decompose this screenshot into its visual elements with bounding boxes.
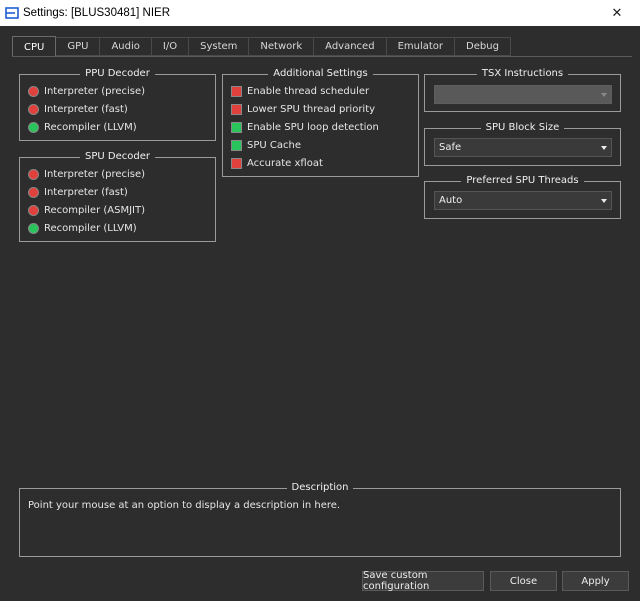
radio-indicator (28, 204, 39, 216)
description-text: Point your mouse at an option to display… (28, 500, 341, 511)
rpcs3-logo-icon (5, 7, 19, 19)
tsx-instructions-dropdown[interactable] (434, 85, 612, 104)
dropdown-value: Safe (439, 142, 462, 153)
close-window-button[interactable]: ✕ (594, 0, 640, 26)
radio-indicator (28, 222, 39, 234)
accurate-xfloat-checkbox[interactable]: Accurate xfloat (231, 156, 323, 170)
checkbox-indicator (231, 157, 242, 169)
ppu-option-interpreter-fast[interactable]: Interpreter (fast) (28, 102, 128, 116)
checkbox-indicator (231, 103, 242, 115)
apply-button[interactable]: Apply (562, 571, 629, 591)
spu-block-size-title: SPU Block Size (480, 122, 565, 133)
spu-decoder-group: SPU Decoder Interpreter (precise) Interp… (19, 151, 216, 242)
option-label: Recompiler (LLVM) (44, 222, 137, 234)
tab-label: Debug (466, 41, 499, 52)
option-label: Recompiler (LLVM) (44, 121, 137, 133)
tab-label: Advanced (325, 41, 375, 52)
tsx-instructions-group: TSX Instructions (424, 68, 621, 112)
spu-block-size-group: SPU Block Size Safe (424, 122, 621, 166)
spu-cache-checkbox[interactable]: SPU Cache (231, 138, 301, 152)
ppu-option-recompiler-llvm[interactable]: Recompiler (LLVM) (28, 120, 137, 134)
save-custom-configuration-button[interactable]: Save custom configuration (362, 570, 484, 592)
radio-indicator (28, 186, 39, 198)
ppu-decoder-group: PPU Decoder Interpreter (precise) Interp… (19, 68, 216, 141)
tab-label: CPU (24, 41, 45, 53)
tab-emulator[interactable]: Emulator (386, 37, 456, 56)
preferred-spu-threads-dropdown[interactable]: Auto (434, 191, 612, 210)
option-label: Recompiler (ASMJIT) (44, 204, 145, 216)
enable-spu-loop-detection-checkbox[interactable]: Enable SPU loop detection (231, 120, 379, 134)
tsx-instructions-title: TSX Instructions (476, 68, 569, 79)
option-label: SPU Cache (247, 139, 301, 151)
option-label: Enable thread scheduler (247, 85, 370, 97)
radio-indicator (28, 103, 39, 115)
tab-audio[interactable]: Audio (100, 37, 152, 56)
spu-block-size-dropdown[interactable]: Safe (434, 138, 612, 157)
tab-label: I/O (162, 41, 178, 52)
window-title: Settings: [BLUS30481] NIER (23, 7, 171, 19)
chevron-down-icon (601, 146, 607, 150)
checkbox-indicator (231, 139, 242, 151)
checkbox-indicator (231, 121, 242, 133)
option-label: Accurate xfloat (247, 157, 323, 169)
radio-indicator (28, 168, 39, 180)
tab-debug[interactable]: Debug (455, 37, 511, 56)
lower-spu-thread-priority-checkbox[interactable]: Lower SPU thread priority (231, 102, 375, 116)
spu-option-recompiler-llvm[interactable]: Recompiler (LLVM) (28, 221, 137, 235)
tab-label: GPU (67, 41, 89, 52)
preferred-spu-threads-title: Preferred SPU Threads (461, 175, 584, 186)
option-label: Lower SPU thread priority (247, 103, 376, 115)
spu-option-interpreter-precise[interactable]: Interpreter (precise) (28, 167, 145, 181)
settings-tabbar: CPU GPU Audio I/O System Network Advance… (12, 36, 511, 57)
tab-network[interactable]: Network (249, 37, 315, 56)
close-button[interactable]: Close (490, 571, 557, 591)
option-label: Enable SPU loop detection (247, 121, 379, 133)
tab-cpu[interactable]: CPU (12, 36, 57, 57)
tab-label: Emulator (397, 41, 444, 52)
tab-label: Network (260, 41, 303, 52)
tab-io[interactable]: I/O (151, 37, 190, 56)
tab-label: Audio (111, 41, 140, 52)
chevron-down-icon (601, 93, 607, 97)
checkbox-indicator (231, 85, 242, 97)
preferred-spu-threads-group: Preferred SPU Threads Auto (424, 175, 621, 219)
dropdown-value: Auto (439, 195, 463, 206)
tab-advanced[interactable]: Advanced (314, 37, 387, 56)
window-titlebar: Settings: [BLUS30481] NIER ✕ (0, 0, 640, 26)
option-label: Interpreter (precise) (44, 85, 146, 97)
radio-indicator (28, 85, 39, 97)
spu-option-recompiler-asmjit[interactable]: Recompiler (ASMJIT) (28, 203, 145, 217)
tab-system[interactable]: System (189, 37, 250, 56)
option-label: Interpreter (fast) (44, 103, 128, 115)
option-label: Interpreter (precise) (44, 168, 146, 180)
option-label: Interpreter (fast) (44, 186, 128, 198)
tab-label: System (200, 41, 238, 52)
radio-indicator (28, 121, 39, 133)
description-title: Description (286, 482, 354, 493)
ppu-option-interpreter-precise[interactable]: Interpreter (precise) (28, 84, 145, 98)
spu-decoder-title: SPU Decoder (80, 151, 155, 162)
chevron-down-icon (601, 199, 607, 203)
ppu-decoder-title: PPU Decoder (80, 68, 155, 79)
description-group: Description Point your mouse at an optio… (19, 482, 621, 557)
spu-option-interpreter-fast[interactable]: Interpreter (fast) (28, 185, 128, 199)
additional-settings-title: Additional Settings (268, 68, 373, 79)
additional-settings-group: Additional Settings Enable thread schedu… (222, 68, 419, 177)
close-icon: ✕ (611, 5, 623, 21)
tab-gpu[interactable]: GPU (56, 37, 101, 56)
enable-thread-scheduler-checkbox[interactable]: Enable thread scheduler (231, 84, 369, 98)
